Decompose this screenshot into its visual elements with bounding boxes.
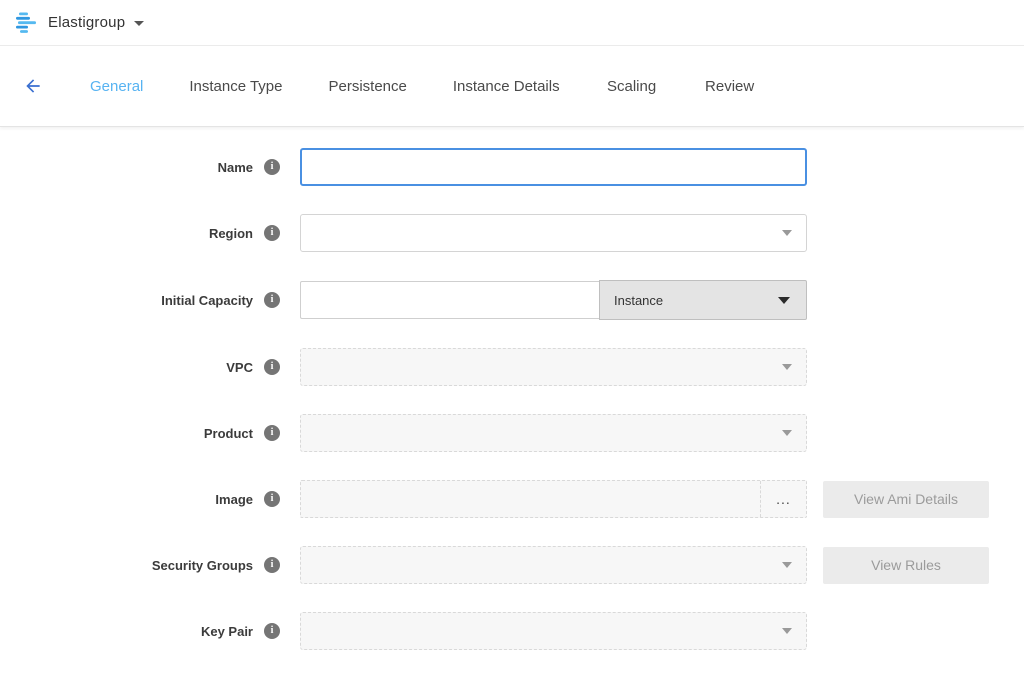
region-label: Region <box>209 226 253 241</box>
chevron-down-icon <box>778 297 790 304</box>
arrow-left-icon <box>23 76 43 96</box>
initial-capacity-label: Initial Capacity <box>161 293 253 308</box>
product-label: Product <box>204 426 253 441</box>
form-row-product: Product i <box>0 414 1024 452</box>
tab-scaling[interactable]: Scaling <box>606 70 658 103</box>
chevron-down-icon <box>782 364 792 370</box>
info-icon[interactable]: i <box>264 623 280 639</box>
vpc-label: VPC <box>226 360 253 375</box>
view-rules-button[interactable]: View Rules <box>823 547 989 584</box>
chevron-down-icon <box>782 230 792 236</box>
info-icon[interactable]: i <box>264 425 280 441</box>
capacity-unit-select[interactable]: Instance <box>599 280 807 320</box>
view-ami-details-button[interactable]: View Ami Details <box>823 481 989 518</box>
info-icon[interactable]: i <box>264 491 280 507</box>
vpc-select <box>300 348 807 386</box>
form-row-name: Name i <box>0 148 1024 186</box>
key-pair-label: Key Pair <box>201 624 253 639</box>
capacity-unit-value: Instance <box>614 293 663 308</box>
form-row-region: Region i <box>0 214 1024 252</box>
top-bar: Elastigroup <box>0 0 1024 46</box>
tab-instance-details[interactable]: Instance Details <box>453 70 560 103</box>
tab-instance-type[interactable]: Instance Type <box>189 70 282 103</box>
back-button[interactable] <box>22 75 44 97</box>
chevron-down-icon <box>782 562 792 568</box>
form-row-vpc: VPC i <box>0 348 1024 386</box>
image-input <box>301 481 760 517</box>
image-label: Image <box>215 492 253 507</box>
info-icon[interactable]: i <box>264 557 280 573</box>
wizard-tabs: General Instance Type Persistence Instan… <box>90 70 802 103</box>
general-step-form: Name i Region i Initial Capacity i Insta… <box>0 127 1024 650</box>
security-groups-select <box>300 546 807 584</box>
initial-capacity-input[interactable] <box>300 281 599 319</box>
elastigroup-logo-icon <box>16 12 38 33</box>
chevron-down-icon <box>782 430 792 436</box>
info-icon[interactable]: i <box>264 225 280 241</box>
tab-persistence[interactable]: Persistence <box>329 70 407 103</box>
info-icon[interactable]: i <box>264 159 280 175</box>
tab-general[interactable]: General <box>90 70 143 103</box>
form-row-key-pair: Key Pair i <box>0 612 1024 650</box>
form-row-security-groups: Security Groups i View Rules <box>0 546 1024 584</box>
wizard-tab-bar: General Instance Type Persistence Instan… <box>0 46 1024 127</box>
image-browse-button[interactable]: ... <box>760 481 806 517</box>
name-input[interactable] <box>300 148 807 186</box>
form-row-image: Image i ... View Ami Details <box>0 480 1024 518</box>
app-switcher-label[interactable]: Elastigroup <box>48 14 125 31</box>
info-icon[interactable]: i <box>264 292 280 308</box>
chevron-down-icon[interactable] <box>134 21 144 26</box>
tab-review[interactable]: Review <box>704 70 756 103</box>
info-icon[interactable]: i <box>264 359 280 375</box>
region-select[interactable] <box>300 214 807 252</box>
key-pair-select <box>300 612 807 650</box>
chevron-down-icon <box>782 628 792 634</box>
image-input-group: ... <box>300 480 807 518</box>
security-groups-label: Security Groups <box>152 558 253 573</box>
name-label: Name <box>218 160 253 175</box>
product-select <box>300 414 807 452</box>
form-row-initial-capacity: Initial Capacity i Instance <box>0 280 1024 320</box>
